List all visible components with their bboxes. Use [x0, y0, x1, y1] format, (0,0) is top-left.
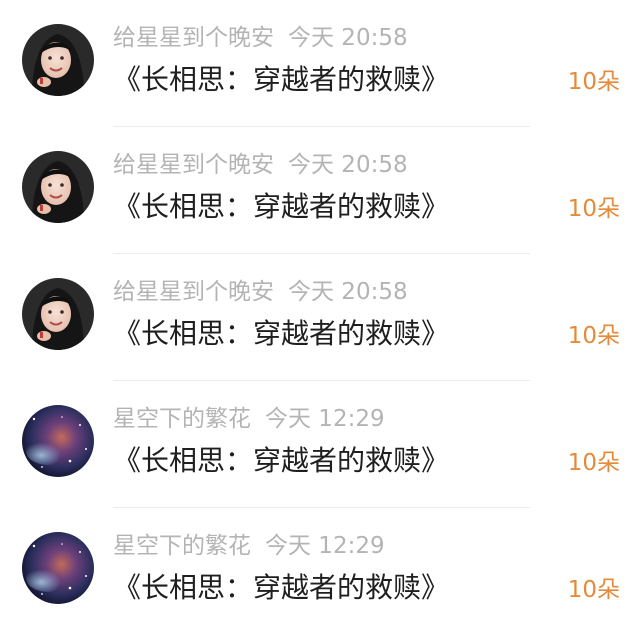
username[interactable]: 给星星到个晚安 — [113, 279, 274, 305]
book-title[interactable]: 《长相思：穿越者的救赎》 — [113, 441, 449, 481]
book-title[interactable]: 《长相思：穿越者的救赎》 — [113, 568, 449, 608]
timestamp: 今天 20:58 — [288, 25, 408, 51]
record-meta: 给星星到个晚安 今天 20:58 — [113, 275, 408, 309]
portrait-avatar-icon[interactable] — [22, 151, 94, 223]
portrait-avatar-icon[interactable] — [22, 24, 94, 96]
list-item[interactable]: 星空下的繁花 今天 12:29 《长相思：穿越者的救赎》 10朵 — [0, 381, 640, 508]
username[interactable]: 星空下的繁花 — [113, 406, 251, 432]
username[interactable]: 给星星到个晚安 — [113, 152, 274, 178]
gift-record-list: 给星星到个晚安 今天 20:58 《长相思：穿越者的救赎》 10朵 给星星到个晚安… — [0, 0, 640, 630]
timestamp: 今天 12:29 — [265, 406, 385, 432]
list-item[interactable]: 星空下的繁花 今天 12:29 《长相思：穿越者的救赎》 10朵 — [0, 508, 640, 635]
list-item[interactable]: 给星星到个晚安 今天 20:58 《长相思：穿越者的救赎》 10朵 — [0, 0, 640, 127]
flower-count: 10朵 — [567, 196, 620, 222]
timestamp: 今天 20:58 — [288, 152, 408, 178]
flower-count: 10朵 — [567, 323, 620, 349]
list-item[interactable]: 给星星到个晚安 今天 20:58 《长相思：穿越者的救赎》 10朵 — [0, 254, 640, 381]
record-meta: 星空下的繁花 今天 12:29 — [113, 529, 385, 563]
timestamp: 今天 12:29 — [265, 533, 385, 559]
record-meta: 给星星到个晚安 今天 20:58 — [113, 21, 408, 55]
nebula-avatar-icon[interactable] — [22, 405, 94, 477]
book-title[interactable]: 《长相思：穿越者的救赎》 — [113, 60, 449, 100]
timestamp: 今天 20:58 — [288, 279, 408, 305]
list-item[interactable]: 给星星到个晚安 今天 20:58 《长相思：穿越者的救赎》 10朵 — [0, 127, 640, 254]
record-meta: 给星星到个晚安 今天 20:58 — [113, 148, 408, 182]
flower-count: 10朵 — [567, 577, 620, 603]
flower-count: 10朵 — [567, 69, 620, 95]
book-title[interactable]: 《长相思：穿越者的救赎》 — [113, 314, 449, 354]
book-title[interactable]: 《长相思：穿越者的救赎》 — [113, 187, 449, 227]
username[interactable]: 星空下的繁花 — [113, 533, 251, 559]
username[interactable]: 给星星到个晚安 — [113, 25, 274, 51]
flower-count: 10朵 — [567, 450, 620, 476]
portrait-avatar-icon[interactable] — [22, 278, 94, 350]
nebula-avatar-icon[interactable] — [22, 532, 94, 604]
record-meta: 星空下的繁花 今天 12:29 — [113, 402, 385, 436]
